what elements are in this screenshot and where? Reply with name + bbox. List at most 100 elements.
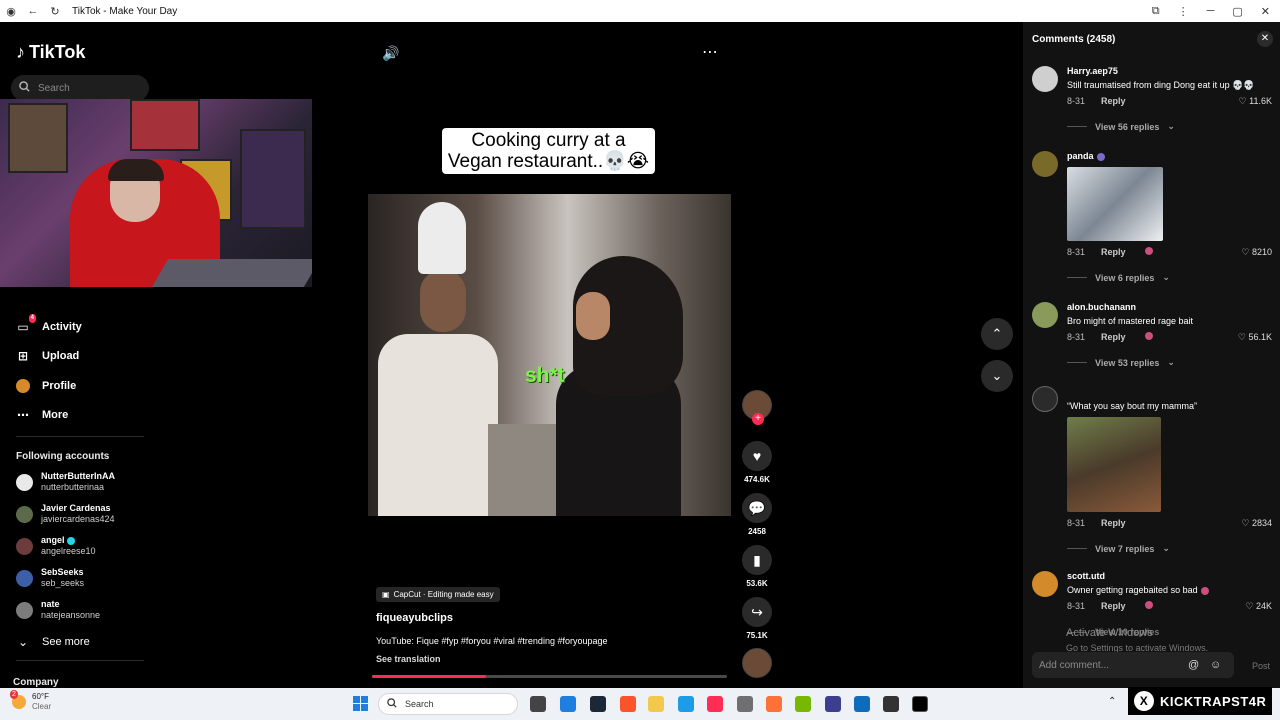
emoji-picker-icon[interactable]: ☺ xyxy=(1210,659,1221,671)
file-explorer-icon[interactable] xyxy=(648,696,664,712)
refresh-icon[interactable]: ↻ xyxy=(44,5,66,18)
comment-like-button[interactable]: ♡ 8210 xyxy=(1241,247,1272,258)
comment-user[interactable]: scott.utd xyxy=(1067,571,1105,581)
obs-icon[interactable] xyxy=(883,696,899,712)
creator-avatar-button[interactable]: + xyxy=(740,390,774,425)
avatar[interactable] xyxy=(1032,386,1058,412)
notes-app-icon[interactable] xyxy=(560,696,576,712)
see-translation-link[interactable]: See translation xyxy=(376,654,441,664)
comment-date: 8-31 xyxy=(1067,332,1086,342)
comment-item: Harry.aep75 Still traumatised from ding … xyxy=(1032,66,1272,136)
reply-button[interactable]: Reply xyxy=(1101,96,1126,106)
tiktok-logo[interactable]: ♪ TikTok xyxy=(16,42,85,63)
back-icon[interactable]: ← xyxy=(22,5,44,17)
app-icon[interactable] xyxy=(825,696,841,712)
follow-plus-icon[interactable]: + xyxy=(752,413,764,425)
following-account[interactable]: angel angelreese10 xyxy=(16,535,96,557)
post-button[interactable]: Post xyxy=(1252,661,1270,671)
close-comments-icon[interactable]: ✕ xyxy=(1257,31,1273,47)
progress-fill xyxy=(372,675,486,678)
steam-icon[interactable] xyxy=(590,696,606,712)
minimize-icon[interactable]: ─ xyxy=(1207,5,1215,17)
following-account[interactable]: NutterButterInAA nutterbutterinaa xyxy=(16,471,115,493)
comment-count: 2458 xyxy=(748,527,766,536)
following-title: Following accounts xyxy=(16,451,110,462)
view-replies-button[interactable]: View 53 replies ⌄ xyxy=(1067,357,1175,368)
edge-icon[interactable] xyxy=(678,696,694,712)
comment-user[interactable]: Harry.aep75 xyxy=(1067,66,1118,76)
company-link[interactable]: Company xyxy=(13,677,59,688)
following-account[interactable]: Javier Cardenas javiercardenas424 xyxy=(16,503,115,525)
following-account[interactable]: SebSeeks seb_seeks xyxy=(16,567,84,589)
search-icon xyxy=(387,698,397,710)
capcut-badge[interactable]: ▣ CapCut · Editing made easy xyxy=(376,587,500,602)
following-account[interactable]: nate natejeansonne xyxy=(16,599,100,621)
avatar xyxy=(16,569,33,587)
windows-start-icon[interactable] xyxy=(353,696,368,711)
tiktok-active-icon[interactable] xyxy=(912,696,928,712)
view-replies-button[interactable]: View 6 replies ⌄ xyxy=(1067,272,1170,283)
tray-chevron-up-icon[interactable]: ⌃ xyxy=(1108,696,1116,707)
volume-icon[interactable]: 🔊 xyxy=(382,45,399,62)
sidebar-item-upload[interactable]: ⊞ Upload xyxy=(16,349,79,363)
reply-button[interactable]: Reply xyxy=(1101,518,1126,528)
avatar[interactable] xyxy=(1032,66,1058,92)
video-progress-bar[interactable] xyxy=(372,675,727,678)
sidebar-item-more[interactable]: ⋯ More xyxy=(16,408,68,422)
close-window-icon[interactable]: ✕ xyxy=(1261,5,1270,18)
more-options-icon[interactable]: ⋮ xyxy=(1178,5,1189,18)
mention-icon[interactable]: @ xyxy=(1188,659,1199,671)
chevron-down-icon: ⌄ xyxy=(17,635,29,649)
brave-icon[interactable] xyxy=(620,696,636,712)
comment-user[interactable]: alon.buchanann xyxy=(1067,302,1136,312)
emoji-icon xyxy=(1200,586,1209,595)
sidebar-item-activity[interactable]: ▭ 4 Activity xyxy=(16,314,82,334)
reply-button[interactable]: Reply xyxy=(1101,247,1126,257)
taskbar-search-input[interactable]: Search xyxy=(378,693,518,715)
add-comment-input[interactable]: Add comment... @ ☺ xyxy=(1032,652,1234,678)
comment-like-button[interactable]: ♡ 11.6K xyxy=(1239,96,1272,107)
comment-user[interactable]: panda xyxy=(1067,151,1105,161)
like-count: 474.6K xyxy=(744,475,770,484)
chevron-down-icon: ⌄ xyxy=(991,368,1003,383)
sidebar-item-profile[interactable]: Profile xyxy=(16,379,76,393)
maximize-icon[interactable]: ▢ xyxy=(1232,5,1242,18)
comment-like-button[interactable]: ♡ 56.1K xyxy=(1238,332,1272,343)
share-button[interactable]: ↪ 75.1K xyxy=(740,597,774,640)
heart-outline-icon: ♡ xyxy=(1241,518,1250,528)
previous-video-button[interactable]: ⌃ xyxy=(981,318,1013,350)
comment-like-button[interactable]: ♡ 2834 xyxy=(1241,518,1272,529)
save-button[interactable]: ▮ 53.6K xyxy=(740,545,774,588)
emoji-icon xyxy=(1096,152,1105,161)
search-input[interactable]: Search xyxy=(11,75,149,101)
app-icon[interactable] xyxy=(737,696,753,712)
view-replies-button[interactable]: View 56 replies ⌄ xyxy=(1067,121,1175,132)
heart-outline-icon: ♡ xyxy=(1237,332,1246,342)
tiktok-app-icon[interactable] xyxy=(707,696,723,712)
video-player[interactable] xyxy=(368,194,731,516)
video-more-icon[interactable]: ⋯ xyxy=(702,42,718,62)
nvidia-icon[interactable] xyxy=(795,696,811,712)
avatar[interactable] xyxy=(1032,151,1058,177)
temperature: 60°F xyxy=(32,692,49,701)
video-author[interactable]: fiqueayubclips xyxy=(376,612,453,624)
comment-button[interactable]: 💬 2458 xyxy=(740,493,774,536)
app-icon[interactable] xyxy=(854,696,870,712)
reply-button[interactable]: Reply xyxy=(1101,601,1126,611)
search-placeholder: Search xyxy=(38,82,70,94)
like-button[interactable]: ♥ 474.6K xyxy=(740,441,774,484)
avatar[interactable] xyxy=(1032,302,1058,328)
avatar[interactable] xyxy=(1032,571,1058,597)
comment-like-button[interactable]: ♡ 24K xyxy=(1245,601,1272,612)
next-video-button[interactable]: ⌄ xyxy=(981,360,1013,392)
creator-avatar: + xyxy=(742,390,772,425)
reply-button[interactable]: Reply xyxy=(1101,332,1126,342)
see-more-button[interactable]: ⌄ See more xyxy=(16,635,90,649)
music-disc-button[interactable] xyxy=(740,648,774,678)
task-view-icon[interactable] xyxy=(530,696,546,712)
firefox-icon[interactable] xyxy=(766,696,782,712)
comment-like-count: 8210 xyxy=(1251,247,1272,257)
app-settings-icon[interactable]: ⧉ xyxy=(1152,5,1160,18)
view-replies-button[interactable]: View 7 replies ⌄ xyxy=(1067,543,1170,554)
weather-widget[interactable]: 2 60°F Clear xyxy=(10,690,51,712)
